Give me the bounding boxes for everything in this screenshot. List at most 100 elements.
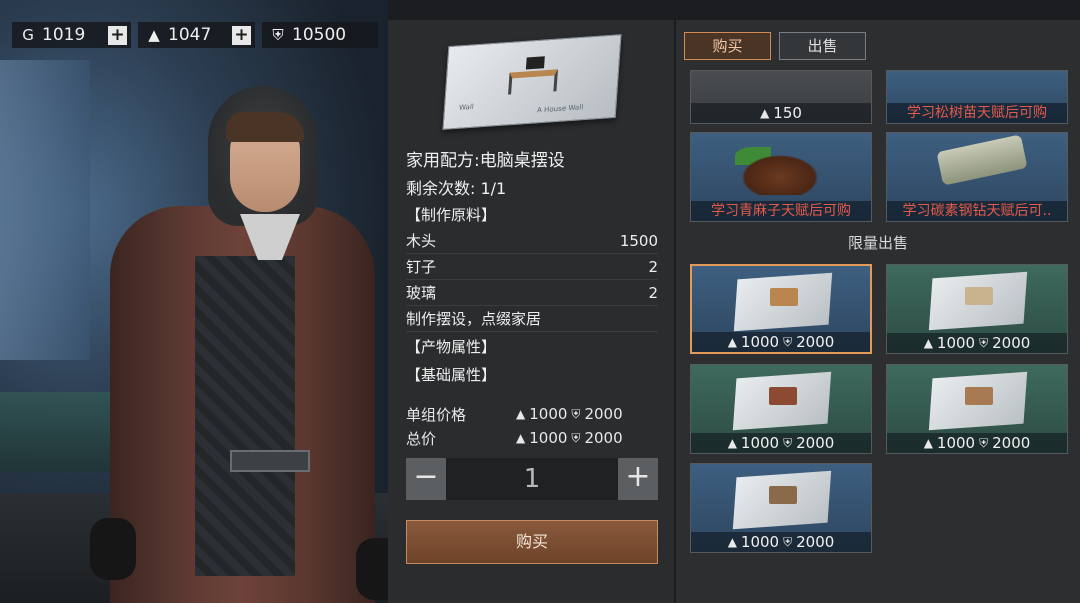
material-row: 玻璃 2 — [406, 280, 658, 306]
card-price-silver: 1000 — [740, 533, 780, 551]
material-qty: 1500 — [619, 231, 658, 250]
cabinet-icon — [965, 387, 993, 405]
locked-requirement: 学习青麻子天赋后可购 — [691, 201, 871, 221]
quantity-input[interactable]: 1 — [446, 458, 618, 500]
hair — [226, 112, 304, 142]
silver-icon: ▲ — [727, 436, 737, 450]
card-price: ▲ 1000 ⛨ 2000 — [691, 532, 871, 552]
limited-card[interactable]: ▲ 1000 ⛨ 2000 — [690, 364, 872, 454]
material-qty: 2 — [648, 257, 658, 276]
remaining-uses: 剩余次数: 1/1 — [406, 179, 507, 198]
card-price: ▲ 150 — [691, 103, 871, 123]
unit-price-badge: 2000 — [584, 405, 623, 423]
base-attributes-header: 【基础属性】 — [406, 366, 497, 384]
material-name: 木头 — [406, 232, 437, 250]
unit-price: ▲ 1000 ⛨ 2000 — [516, 405, 623, 423]
card-price: ▲ 1000 ⛨ 2000 — [692, 332, 870, 352]
recipe-title: 家用配方:电脑桌摆设 — [406, 151, 565, 171]
product-attributes-header: 【产物属性】 — [406, 338, 497, 356]
silver-amount: 1047 — [168, 25, 212, 45]
blueprint-caption: A House Wall — [536, 103, 584, 115]
silver-icon: ▲ — [760, 106, 770, 120]
card-price-badge: 2000 — [796, 333, 835, 351]
buy-button[interactable]: 购买 — [406, 520, 658, 564]
shop-card-locked[interactable]: 学习碳素钢钻天赋后可.. — [886, 132, 1068, 222]
shop-card[interactable]: ▲ 150 — [690, 70, 872, 124]
item-detail-panel: Wall A House Wall 家用配方:电脑桌摆设 剩余次数: 1/1 【… — [388, 20, 674, 603]
add-silver-button[interactable]: + — [232, 25, 251, 45]
furniture-icon — [965, 287, 993, 305]
left-glove — [90, 518, 136, 580]
card-price-silver: 150 — [773, 104, 802, 122]
locked-requirement: 学习松树苗天赋后可购 — [887, 103, 1067, 123]
add-gold-button[interactable]: + — [108, 25, 127, 45]
badge-icon: ⛨ — [783, 534, 793, 549]
limited-card-computer-desk[interactable]: ▲ 1000 ⛨ 2000 — [690, 264, 872, 354]
seeds-icon — [735, 151, 825, 195]
badge-icon: ⛨ — [783, 435, 793, 450]
card-price-silver: 1000 — [936, 334, 976, 352]
silver-icon: ▲ — [727, 335, 737, 349]
shop-tabs: 购买 出售 — [684, 32, 866, 60]
silver-icon: ▲ — [923, 436, 933, 450]
total-price: ▲ 1000 ⛨ 2000 — [516, 429, 623, 447]
locked-requirement: 学习碳素钢钻天赋后可.. — [887, 201, 1067, 221]
right-glove — [356, 538, 388, 600]
total-price-label: 总价 — [406, 429, 437, 448]
decrease-quantity-button[interactable]: − — [406, 458, 446, 500]
total-price-silver: 1000 — [529, 429, 568, 447]
material-name: 玻璃 — [406, 284, 437, 302]
unit-price-silver: 1000 — [529, 405, 568, 423]
limited-card[interactable]: ▲ 1000 ⛨ 2000 — [690, 463, 872, 553]
shop-card-locked[interactable]: 学习松树苗天赋后可购 — [886, 70, 1068, 124]
card-price: ▲ 1000 ⛨ 2000 — [691, 433, 871, 453]
shop-card-locked[interactable]: 学习青麻子天赋后可购 — [690, 132, 872, 222]
character-scene — [0, 0, 388, 603]
materials-header: 【制作原料】 — [406, 206, 497, 224]
card-price-badge: 2000 — [992, 334, 1031, 352]
desk-icon — [508, 69, 558, 95]
table-icon — [769, 486, 797, 504]
unit-price-label: 单组价格 — [406, 405, 467, 424]
material-qty: 2 — [648, 283, 658, 302]
card-price: ▲ 1000 ⛨ 2000 — [887, 433, 1067, 453]
knit-sweater — [195, 256, 295, 576]
badge-icon: ⛨ — [783, 334, 793, 349]
currency-silver: ▲ 1047 + — [138, 22, 255, 48]
badge-icon: ⛨ — [979, 435, 989, 450]
material-row: 钉子 2 — [406, 254, 658, 280]
increase-quantity-button[interactable]: + — [618, 458, 658, 500]
background-window — [0, 60, 90, 360]
blueprint-caption: Wall — [458, 102, 475, 112]
material-name: 钉子 — [406, 258, 437, 276]
limited-card[interactable]: ▲ 1000 ⛨ 2000 — [886, 364, 1068, 454]
card-price-badge: 2000 — [992, 434, 1031, 452]
gold-amount: 1019 — [42, 25, 86, 45]
computer-desk-icon — [770, 288, 798, 306]
badge-amount: 10500 — [292, 25, 347, 45]
player-character — [90, 86, 388, 603]
item-description: 制作摆设，点缀家居 — [406, 306, 658, 332]
unit-price-row: 单组价格 ▲ 1000 ⛨ 2000 — [406, 402, 658, 426]
limited-card[interactable]: ▲ 1000 ⛨ 2000 — [886, 264, 1068, 354]
card-price-badge: 2000 — [796, 533, 835, 551]
silver-icon: ▲ — [516, 407, 526, 421]
silver-bar-icon: ▲ — [148, 26, 160, 44]
card-price-silver: 1000 — [936, 434, 976, 452]
tab-sell[interactable]: 出售 — [779, 32, 866, 60]
gold-coin-icon: G — [22, 26, 34, 44]
blueprint-image: Wall A House Wall — [442, 34, 622, 130]
card-price-silver: 1000 — [740, 333, 780, 351]
monitor-icon — [525, 56, 545, 70]
shop-panel: 购买 出售 ▲ 150 学习松树苗天赋后可购 学习青麻子天赋后可购 学习碳素钢钻… — [676, 20, 1080, 603]
description-text: 制作摆设，点缀家居 — [406, 310, 542, 328]
total-price-badge: 2000 — [584, 429, 623, 447]
total-price-row: 总价 ▲ 1000 ⛨ 2000 — [406, 426, 658, 450]
rug-icon — [769, 387, 797, 405]
silver-icon: ▲ — [516, 431, 526, 445]
tab-buy[interactable]: 购买 — [684, 32, 771, 60]
drill-bit-icon — [936, 134, 1028, 186]
limited-sale-label: 限量出售 — [847, 234, 908, 252]
currency-gold: G 1019 + — [12, 22, 131, 48]
card-price: ▲ 1000 ⛨ 2000 — [887, 333, 1067, 353]
